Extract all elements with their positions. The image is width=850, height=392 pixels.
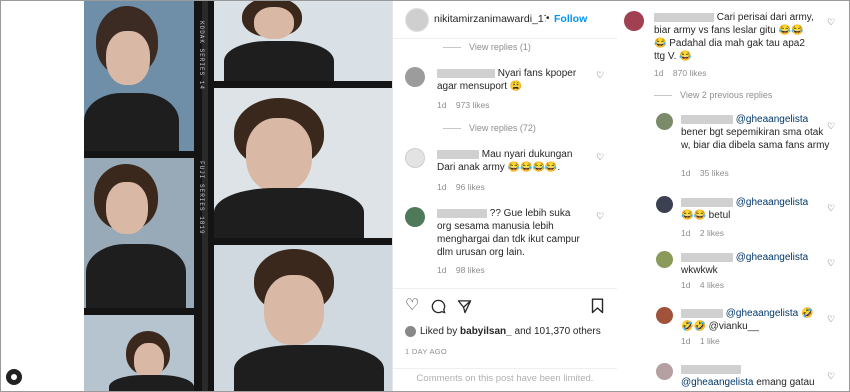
- left-margin: [1, 1, 84, 391]
- post-actions: ♡ Liked by babyilsan_ and 101,370 others…: [393, 288, 617, 374]
- heart-icon[interactable]: ♡: [827, 371, 835, 382]
- comments-limited-notice: Comments on this post have been limited.: [393, 368, 617, 391]
- comment-text: ?? Gue lebih suka org sesama manusia leb…: [437, 208, 580, 258]
- comment-text: @gheaangelista 🤣 🤣🤣 @vianku__: [681, 308, 814, 332]
- comment-text: Cari perisai dari army, biar army vs fan…: [654, 12, 814, 62]
- heart-icon[interactable]: ♡: [827, 258, 835, 269]
- heart-icon[interactable]: ♡: [827, 17, 835, 28]
- commenter-avatar[interactable]: [656, 196, 673, 213]
- commenter-avatar[interactable]: [656, 363, 673, 380]
- reply: @gheaangelista 🤣 🤣🤣 @vianku__ 1d 1 like: [656, 307, 849, 349]
- reply: @gheaangelista bener bgt sepemikiran sma…: [656, 113, 849, 179]
- poster-username[interactable]: nikitamirzanimawardi_172: [434, 13, 546, 25]
- comment-icon[interactable]: [431, 299, 446, 314]
- photo-frame: [214, 88, 392, 238]
- comment-meta: 1d 98 likes: [437, 265, 485, 275]
- header-separator: •: [546, 13, 550, 24]
- photo-frame: [214, 1, 392, 81]
- bookmark-icon[interactable]: [591, 298, 604, 314]
- comment-meta: 1d 870 likes: [654, 68, 707, 78]
- commenter-avatar[interactable]: [405, 207, 425, 227]
- comment-text: @gheaangelista bener bgt sepemikiran sma…: [681, 114, 830, 151]
- profile-avatar-icon[interactable]: [6, 369, 22, 385]
- follow-button[interactable]: Follow: [554, 13, 587, 25]
- film-label: FUJI SERIES 1819: [198, 161, 205, 235]
- heart-icon[interactable]: ♡: [827, 203, 835, 214]
- commenter-avatar[interactable]: [656, 251, 673, 268]
- photo-frame: [214, 245, 392, 391]
- comment-meta: 1d 1 like: [681, 336, 720, 346]
- commenter-avatar[interactable]: [405, 67, 425, 87]
- heart-icon[interactable]: ♡: [596, 212, 605, 221]
- liker-avatar: [405, 326, 416, 337]
- comment-text: @gheaangelista 😂😂 betul: [681, 197, 809, 221]
- commenter-avatar[interactable]: [656, 307, 673, 324]
- post-header: nikitamirzanimawardi_172 • Follow: [393, 1, 617, 39]
- comment: ?? Gue lebih suka org sesama manusia leb…: [405, 207, 605, 279]
- comment: Cari perisai dari army, biar army vs fan…: [624, 11, 824, 81]
- comment-text: Nyari fans kpoper agar mensuport 😩: [437, 68, 577, 92]
- comment-meta: 1d 2 likes: [681, 228, 725, 238]
- reply: @gheaangelista 😂😂 betul 1d 2 likes: [656, 196, 849, 238]
- comment-text: Mau nyari dukungan Dari anak army 😂😂😂😂.: [437, 149, 573, 173]
- heart-icon[interactable]: ♡: [405, 298, 419, 314]
- post-timestamp: 1 DAY AGO: [405, 347, 448, 356]
- heart-icon[interactable]: ♡: [596, 71, 605, 80]
- comment: Nyari fans kpoper agar mensuport 😩 1d 97…: [405, 67, 605, 117]
- post-photo[interactable]: FUJI SERIES 1819 KODAK SERIES 14: [84, 1, 392, 391]
- post-panel: nikitamirzanimawardi_172 • Follow View r…: [392, 1, 617, 391]
- commenter-avatar[interactable]: [656, 113, 673, 130]
- poster-avatar[interactable]: [405, 8, 429, 32]
- comment-thread: Cari perisai dari army, biar army vs fan…: [616, 1, 849, 391]
- screenshot-frame: FUJI SERIES 1819 KODAK SERIES 14 nikitam…: [0, 0, 850, 392]
- heart-icon[interactable]: ♡: [827, 121, 835, 132]
- photo-frame: [84, 158, 194, 308]
- commenter-avatar[interactable]: [624, 11, 644, 31]
- photo-frame: [84, 315, 194, 391]
- photo-frame: [84, 1, 194, 151]
- heart-icon[interactable]: ♡: [827, 314, 835, 325]
- view-previous-replies-button[interactable]: View 2 previous replies: [654, 90, 772, 100]
- comment-text: @gheaangelista emang gatau: [681, 363, 841, 389]
- reply: @gheaangelista emang gatau: [656, 363, 849, 389]
- reply: @gheaangelista wkwkwk 1d 4 likes: [656, 251, 849, 293]
- view-replies-button[interactable]: View replies (72): [443, 123, 536, 133]
- heart-icon[interactable]: ♡: [596, 153, 605, 162]
- film-label: KODAK SERIES 14: [198, 21, 205, 91]
- comment-text: @gheaangelista wkwkwk: [681, 252, 809, 276]
- comment: Mau nyari dukungan Dari anak army 😂😂😂😂. …: [405, 148, 605, 196]
- comment-meta: 1d 96 likes: [437, 182, 485, 192]
- comment-meta: 1d 973 likes: [437, 100, 490, 110]
- commenter-avatar[interactable]: [405, 148, 425, 168]
- comment-meta: 1d 4 likes: [681, 280, 725, 290]
- likes-summary[interactable]: Liked by babyilsan_ and 101,370 others: [405, 326, 601, 337]
- share-icon[interactable]: [457, 299, 472, 314]
- view-replies-button[interactable]: View replies (1): [443, 42, 531, 52]
- comment-meta: 1d 35 likes: [681, 168, 729, 178]
